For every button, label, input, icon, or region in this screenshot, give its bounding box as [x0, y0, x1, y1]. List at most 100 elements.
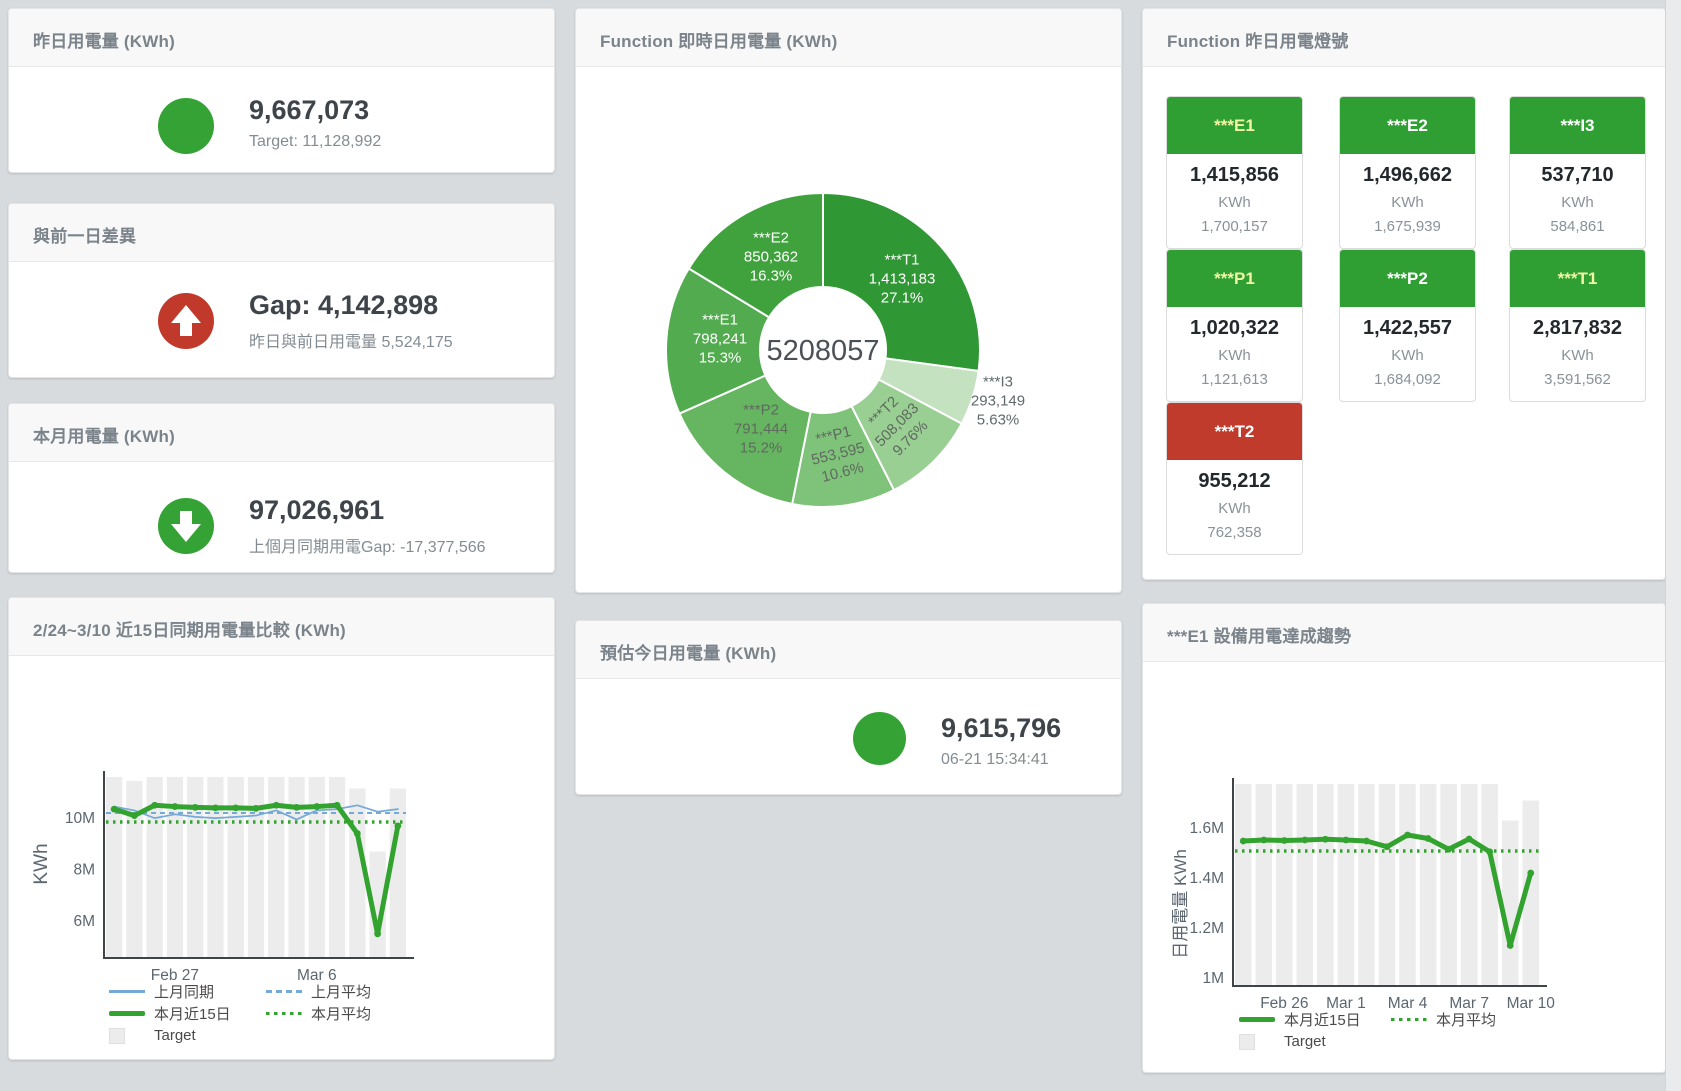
legend-swatch-icon [109, 1011, 145, 1016]
legend-swatch-icon [1391, 1018, 1427, 1022]
card-title-yesterday-usage: 昨日用電量 (KWh) [9, 9, 554, 67]
compare-line-chart: 6M8M10MFeb 27Mar 6KWh [9, 658, 556, 990]
light-tile-target: 1,675,939 [1340, 218, 1475, 235]
card-lights-board: Function 昨日用電燈號 ***E1 1,415,856 KWh 1,700,1… [1142, 8, 1666, 580]
light-tile-value: 1,415,856 [1167, 164, 1302, 187]
card-trend-chart: ***E1 設備用電達成趨勢 1M1.2M1.4M1.6MFeb 26Mar 1… [1142, 603, 1666, 1073]
pie-label-p2: ***P2791,44415.2% [734, 401, 788, 458]
light-tile-unit: KWh [1340, 194, 1475, 211]
light-tile-target: 584,861 [1510, 218, 1645, 235]
yesterday-usage-value: 9,667,073 [249, 95, 381, 126]
light-tile-p1: ***P1 1,020,322 KWh 1,121,613 [1166, 249, 1303, 402]
legend-swatch-icon [266, 1012, 302, 1016]
legend-item-series[interactable]: 本月平均 [1391, 1012, 1543, 1027]
estimate-today-value: 9,615,796 [941, 713, 1061, 744]
month-usage-sub: 上個月同期用電Gap: -17,377,566 [249, 533, 486, 557]
day-gap-stat: Gap: 4,142,898 昨日與前日用電量 5,524,175 [249, 290, 453, 352]
light-tile-value: 2,817,832 [1510, 317, 1645, 340]
arrow-down-circle-icon [158, 498, 214, 559]
pie-label-e1: ***E1798,24115.3% [693, 311, 747, 368]
svg-text:日用電量 KWh: 日用電量 KWh [1171, 849, 1190, 959]
card-realtime-pie: Function 即時日用電量 (KWh) 5208057 ***T11,413… [575, 8, 1122, 593]
legend-swatch-icon [109, 990, 145, 993]
card-compare-chart: 2/24~3/10 近15日同期用電量比較 (KWh) 6M8M10MFeb 2… [8, 597, 555, 1060]
card-title-day-gap: 與前一日差異 [9, 204, 554, 262]
light-tile-target: 1,700,157 [1167, 218, 1302, 235]
legend-swatch-icon [1239, 1017, 1275, 1022]
card-title-month-usage: 本月用電量 (KWh) [9, 404, 554, 462]
legend-item-target[interactable]: Target [109, 1028, 266, 1043]
light-tile-target: 762,358 [1167, 524, 1302, 541]
light-tile-unit: KWh [1167, 500, 1302, 517]
legend-swatch-icon [1239, 1034, 1275, 1050]
yesterday-usage-stat: 9,667,073 Target: 11,128,992 [249, 95, 381, 151]
light-tile-unit: KWh [1510, 347, 1645, 364]
svg-text:6M: 6M [73, 913, 95, 930]
light-tile-unit: KWh [1167, 194, 1302, 211]
legend-item-series[interactable]: 本月近15日 [1239, 1012, 1391, 1027]
light-tile-e1: ***E1 1,415,856 KWh 1,700,157 [1166, 96, 1303, 249]
svg-text:1.4M: 1.4M [1190, 870, 1224, 887]
light-tile-name: ***E1 [1167, 97, 1302, 154]
legend-label: 上月同期 [154, 981, 214, 1002]
light-tile-target: 1,121,613 [1167, 371, 1302, 388]
day-gap-sub: 昨日與前日用電量 5,524,175 [249, 328, 453, 352]
legend-label: 本月平均 [311, 1003, 371, 1024]
compare-chart-legend: 上月同期 上月平均本月近15日 本月平均 Target [109, 984, 423, 1043]
legend-item-series[interactable]: 上月平均 [266, 984, 423, 999]
estimate-today-timestamp: 06-21 15:34:41 [941, 751, 1061, 769]
legend-label: 本月近15日 [1284, 1009, 1361, 1030]
page-scrollbar[interactable] [1665, 0, 1681, 1091]
light-tile-value: 955,212 [1167, 470, 1302, 493]
status-circle-icon [158, 98, 214, 159]
card-day-gap: 與前一日差異 Gap: 4,142,898 昨日與前日用電量 5,524,175 [8, 203, 555, 378]
legend-swatch-icon [266, 990, 302, 993]
light-tile-name: ***E2 [1340, 97, 1475, 154]
arrow-up-circle-icon [158, 293, 214, 354]
legend-label: Target [154, 1027, 196, 1044]
svg-text:KWh: KWh [31, 843, 52, 884]
card-title-compare-chart: 2/24~3/10 近15日同期用電量比較 (KWh) [9, 598, 554, 656]
svg-text:Mar 4: Mar 4 [1388, 995, 1428, 1012]
legend-item-series[interactable]: 本月近15日 [109, 1006, 266, 1021]
light-tile-i3: ***I3 537,710 KWh 584,861 [1509, 96, 1646, 249]
legend-label: 本月近15日 [154, 1003, 231, 1024]
card-yesterday-usage: 昨日用電量 (KWh) 9,667,073 Target: 11,128,992 [8, 8, 555, 173]
light-tile-t1: ***T12,817,832KWh3,591,562 [1509, 249, 1646, 402]
light-tile-unit: KWh [1167, 347, 1302, 364]
light-tile-name: ***T2 [1167, 403, 1302, 460]
legend-label: 本月平均 [1436, 1009, 1496, 1030]
light-tile-value: 1,020,322 [1167, 317, 1302, 340]
light-tile-t2: ***T2 955,212 KWh 762,358 [1166, 402, 1303, 555]
trend-chart-legend: 本月近15日 本月平均 Target [1239, 1012, 1543, 1049]
legend-item-series[interactable]: 上月同期 [109, 984, 266, 999]
light-tile-name: ***P1 [1167, 250, 1302, 307]
pie-label-e2: ***E2850,36216.3% [744, 229, 798, 286]
pie-label-i3: ***I3293,1495.63% [971, 373, 1025, 430]
pie-center-label: 5208057 [767, 335, 880, 367]
day-gap-value: Gap: 4,142,898 [249, 290, 453, 321]
light-tile-value: 1,496,662 [1340, 164, 1475, 187]
estimate-today-stat: 9,615,796 06-21 15:34:41 [941, 713, 1061, 769]
light-tile-name: ***I3 [1510, 97, 1645, 154]
month-usage-value: 97,026,961 [249, 495, 486, 526]
legend-item-series[interactable]: 本月平均 [266, 1006, 423, 1021]
light-tile-target: 1,684,092 [1340, 371, 1475, 388]
svg-text:1M: 1M [1202, 970, 1224, 987]
realtime-donut-chart: 5208057 [576, 9, 1123, 594]
svg-text:Mar 10: Mar 10 [1507, 995, 1556, 1012]
light-tile-value: 537,710 [1510, 164, 1645, 187]
svg-text:1.6M: 1.6M [1190, 820, 1224, 837]
light-tile-unit: KWh [1510, 194, 1645, 211]
trend-line-chart: 1M1.2M1.4M1.6MFeb 26Mar 1Mar 4Mar 7Mar 1… [1143, 666, 1667, 1018]
legend-swatch-icon [109, 1028, 145, 1044]
legend-item-target[interactable]: Target [1239, 1034, 1391, 1049]
svg-text:1.2M: 1.2M [1190, 920, 1224, 937]
card-title-lights-board: Function 昨日用電燈號 [1143, 9, 1665, 67]
light-tile-name: ***P2 [1340, 250, 1475, 307]
card-estimate-today: 預估今日用電量 (KWh) 9,615,796 06-21 15:34:41 [575, 620, 1122, 795]
light-tile-unit: KWh [1340, 347, 1475, 364]
month-usage-stat: 97,026,961 上個月同期用電Gap: -17,377,566 [249, 495, 486, 557]
svg-text:10M: 10M [65, 810, 95, 827]
light-tile-target: 3,591,562 [1510, 371, 1645, 388]
